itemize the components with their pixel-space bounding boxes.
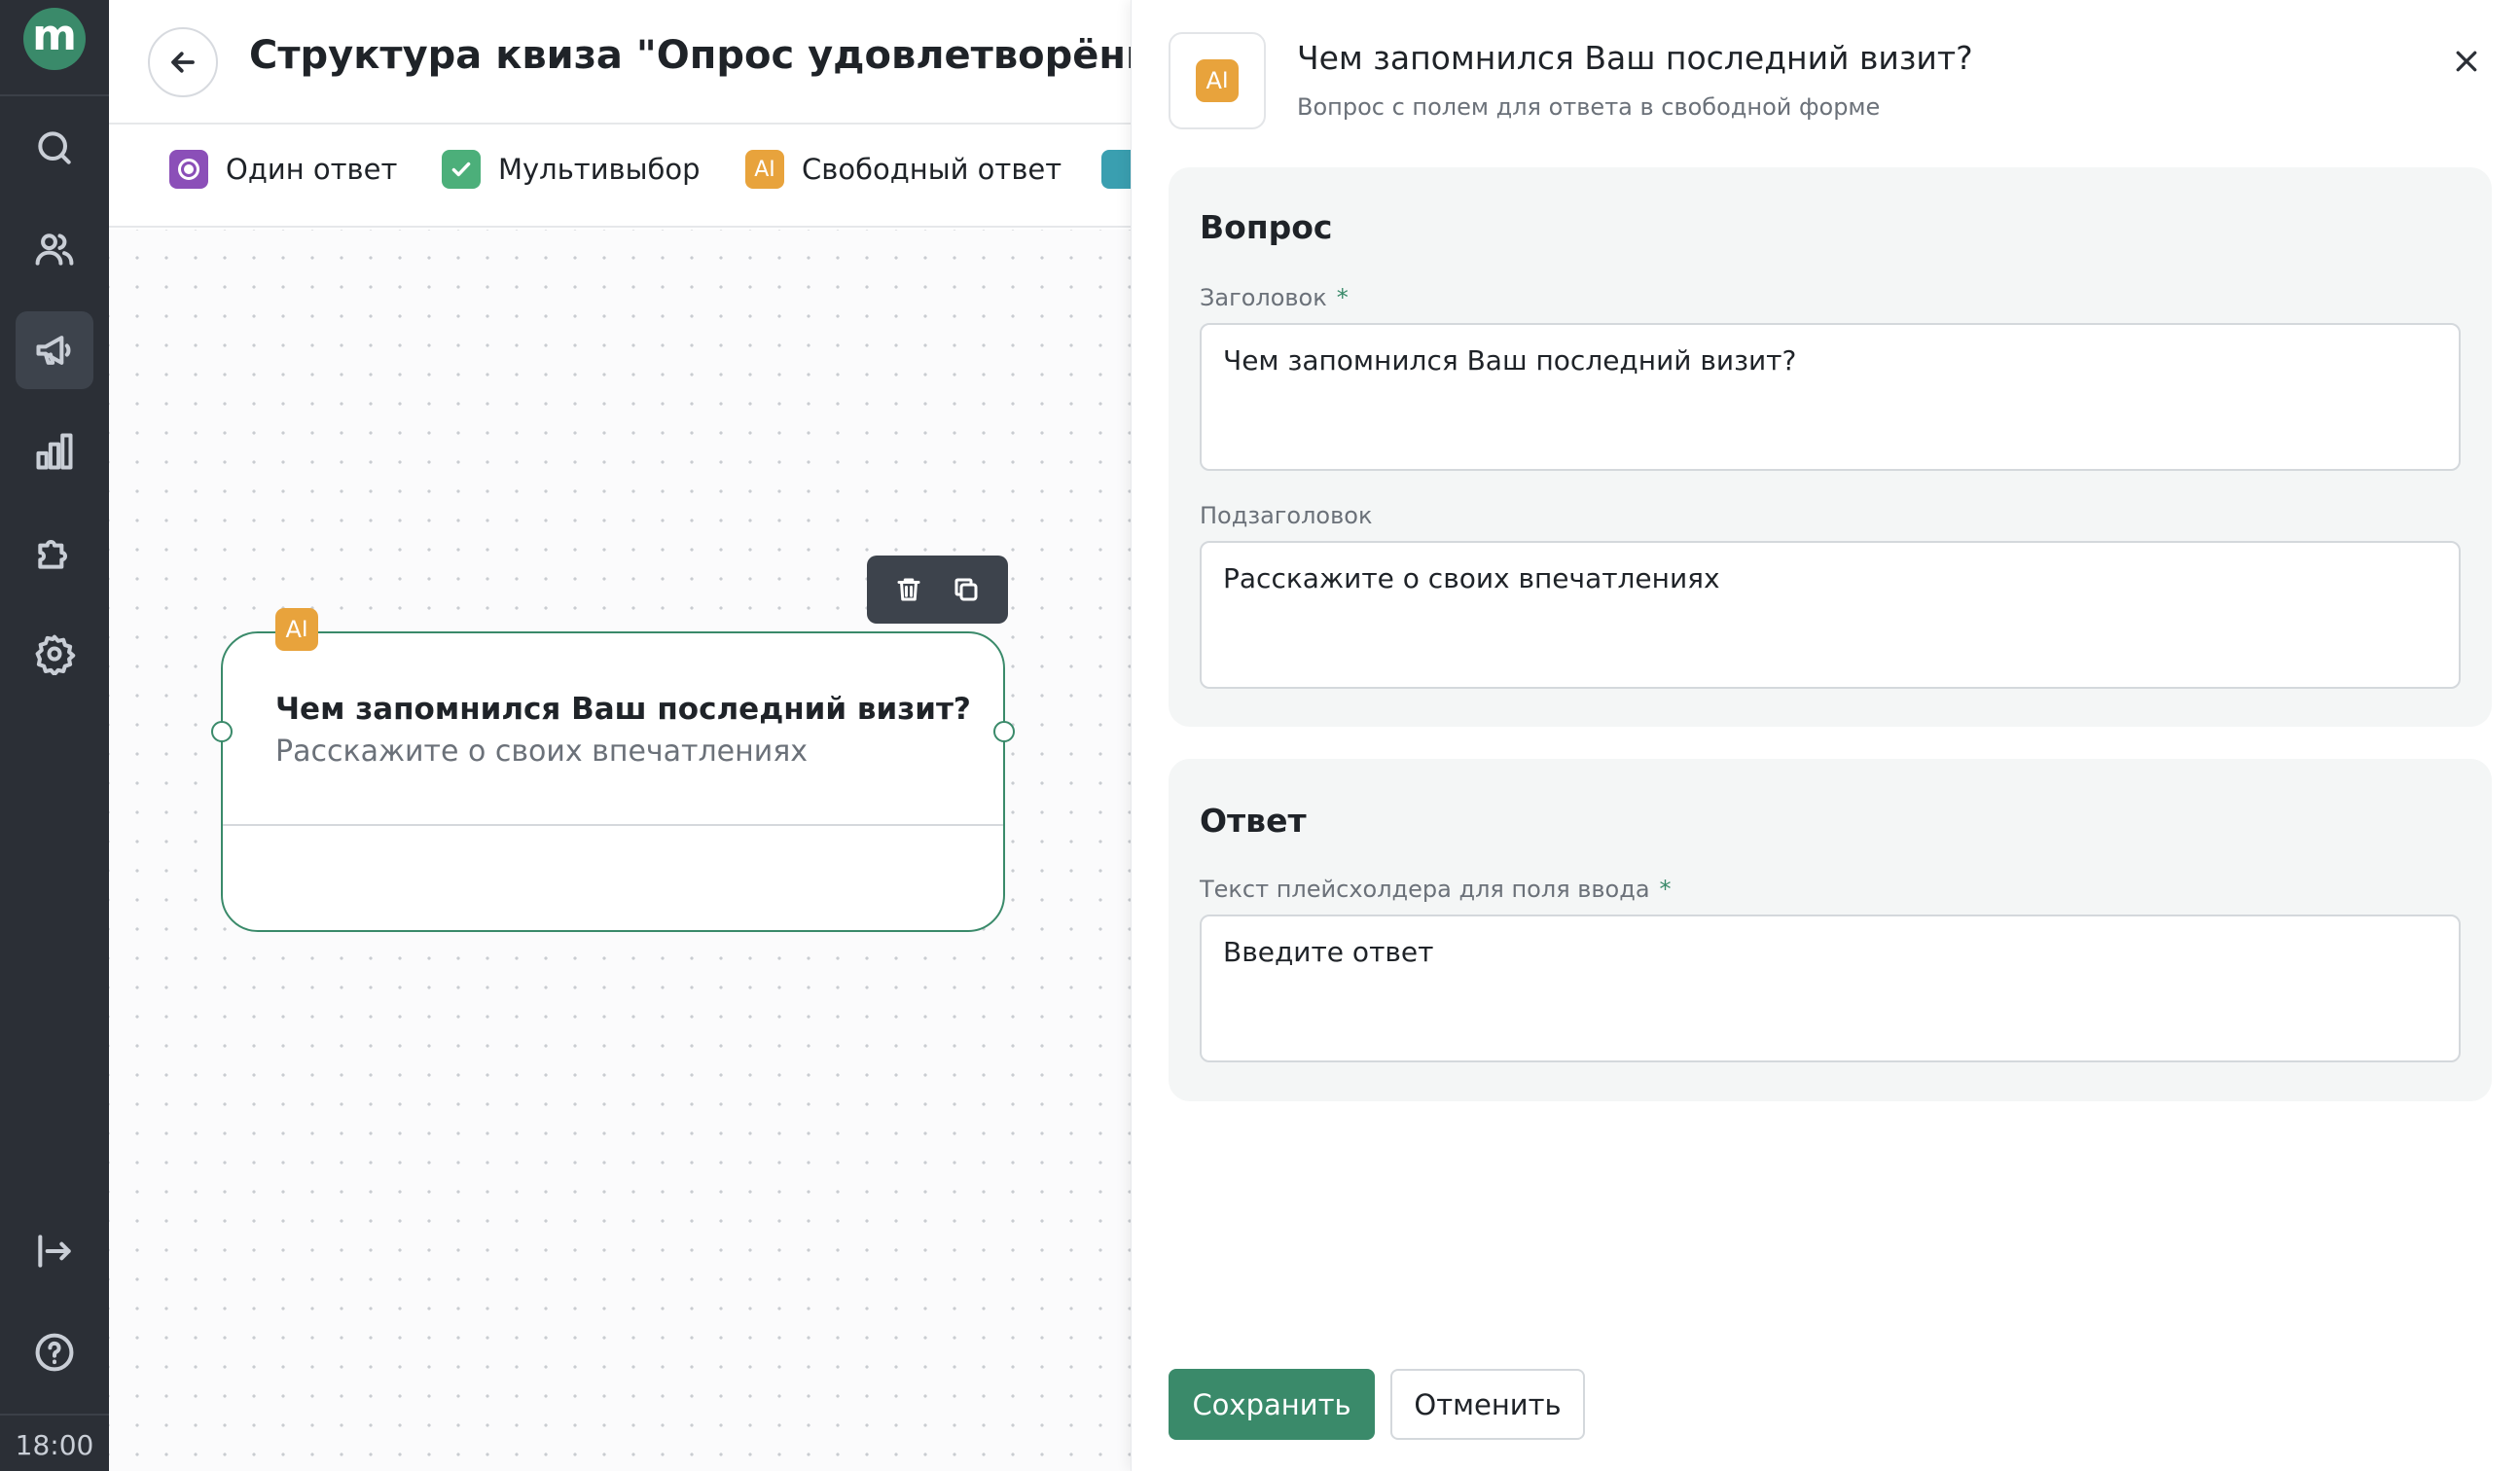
section-title: Вопрос [1200,208,1333,246]
rail-search-button[interactable] [16,109,93,187]
rail-divider [0,94,109,96]
panel-subtitle: Вопрос с полем для ответа в свободной фо… [1297,93,1881,121]
node-divider [223,824,1003,826]
close-button[interactable] [2452,47,2481,76]
help-icon [35,1333,74,1372]
text-cursor-icon: AI [275,608,318,651]
type-multi-select[interactable]: Мультивыбор [442,150,701,189]
text-cursor-icon: AI [745,150,784,189]
node-subtitle: Расскажите о своих впечатлениях [275,735,809,769]
panel-title: Чем запомнился Ваш последний визит? [1297,39,1973,77]
clock-time: 18:00 [0,1414,109,1461]
back-button[interactable] [148,27,218,97]
editor-header: Структура квиза "Опрос удовлетворённости [109,0,1252,125]
copy-icon[interactable] [952,575,981,604]
cancel-button[interactable]: Отменить [1390,1369,1585,1440]
bar-chart-icon [36,433,73,470]
rail-users-button[interactable] [16,210,93,288]
text-cursor-icon: AI [1196,59,1239,102]
answer-section: Ответ Текст плейсхолдера для поля ввода *… [1169,759,2492,1101]
close-icon [2456,51,2477,72]
logout-icon [38,1235,71,1268]
rail-analytics-button[interactable] [16,413,93,490]
rail-settings-button[interactable] [16,615,93,693]
gauge-icon [1101,150,1134,189]
node-output-port[interactable] [993,721,1015,742]
rail-campaigns-button[interactable] [16,311,93,389]
heading-label: Заголовок * [1200,284,1349,311]
type-more[interactable] [1101,150,1134,189]
save-button[interactable]: Сохранить [1169,1369,1375,1440]
placeholder-label: Текст плейсхолдера для поля ввода * [1200,876,1672,903]
subheading-field[interactable]: Расскажите о своих впечатлениях [1200,541,2461,689]
trash-icon[interactable] [894,575,923,604]
app-logo[interactable]: m [23,8,86,70]
node-title: Чем запомнился Ваш последний визит? [275,692,971,727]
megaphone-icon [36,336,71,365]
question-types-bar: Один ответ Мультивыбор AI Свободный отве… [109,125,1134,228]
puzzle-icon [38,540,67,569]
rail-integrations-button[interactable] [16,514,93,592]
type-label: Свободный ответ [802,153,1062,186]
arrow-left-icon [171,52,195,73]
subheading-label: Подзаголовок [1200,502,1373,529]
quiz-editor: Структура квиза "Опрос удовлетворённости… [109,0,1252,1471]
users-icon [35,233,74,266]
radio-icon [169,150,208,189]
node-input-port[interactable] [211,721,233,742]
type-free-answer[interactable]: AI Свободный ответ [745,150,1062,189]
section-title: Ответ [1200,802,1307,840]
check-icon [442,150,481,189]
page-title: Структура квиза "Опрос удовлетворённости [249,33,1253,78]
type-single-answer[interactable]: Один ответ [169,150,397,189]
placeholder-field[interactable]: Введите ответ [1200,915,2461,1062]
question-type-badge: AI [1169,32,1266,129]
type-label: Мультивыбор [498,153,701,186]
rail-logout-button[interactable] [16,1212,93,1290]
question-section: Вопрос Заголовок * Чем запомнился Ваш пос… [1169,167,2492,727]
heading-field[interactable]: Чем запомнился Ваш последний визит? [1200,323,2461,471]
question-node[interactable]: AI Чем запомнился Ваш последний визит? Р… [211,608,1015,932]
question-settings-panel: AI Чем запомнился Ваш последний визит? В… [1131,0,2520,1471]
node-actions [867,556,1008,624]
rail-help-button[interactable] [16,1313,93,1391]
app-sidebar: m 18:00 [0,0,109,1471]
type-label: Один ответ [226,153,398,186]
gear-icon [35,634,76,675]
search-icon [38,131,71,164]
